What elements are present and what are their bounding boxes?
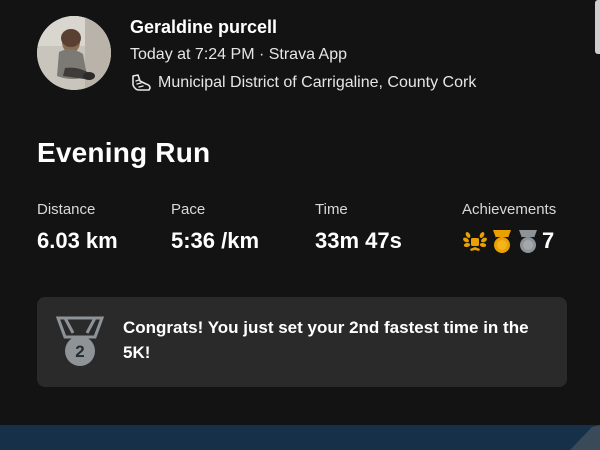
- stat-distance: Distance 6.03 km: [37, 200, 118, 254]
- athlete-name[interactable]: Geraldine purcell: [130, 16, 476, 38]
- shoe-icon: [130, 73, 152, 93]
- achievements-value: 7: [462, 228, 556, 254]
- time-label: Time: [315, 201, 348, 218]
- medal-number: 2: [75, 342, 84, 361]
- stat-pace: Pace 5:36 /km: [171, 200, 259, 254]
- activity-meta: Geraldine purcell Today at 7:24 PM · Str…: [130, 16, 476, 93]
- location-label: Municipal District of Carrigaline, Count…: [158, 74, 477, 91]
- scroll-edge-indicator: [595, 0, 600, 54]
- map-shape: [570, 425, 600, 450]
- distance-value: 6.03 km: [37, 228, 118, 253]
- congrats-card[interactable]: 2 Congrats! You just set your 2nd fastes…: [37, 297, 567, 387]
- stat-time: Time 33m 47s: [315, 200, 402, 254]
- distance-label: Distance: [37, 201, 96, 218]
- stat-achievements[interactable]: Achievements 7: [462, 200, 556, 254]
- pace-value: 5:36 /km: [171, 228, 260, 253]
- congrats-message: Congrats! You just set your 2nd fastest …: [123, 318, 529, 362]
- activity-title[interactable]: Evening Run: [37, 137, 210, 169]
- achievements-count: 7: [542, 228, 555, 253]
- gold-medal-icon: [490, 228, 514, 254]
- achievements-label: Achievements: [462, 201, 557, 218]
- map-preview-strip[interactable]: [0, 425, 600, 450]
- time-value: 33m 47s: [315, 228, 402, 253]
- activity-header: Geraldine purcell Today at 7:24 PM · Str…: [37, 14, 600, 104]
- pace-label: Pace: [171, 201, 206, 218]
- silver-medal-icon: 2: [55, 315, 105, 374]
- activity-location: Municipal District of Carrigaline, Count…: [130, 73, 476, 93]
- laurel-icon: [462, 229, 488, 253]
- avatar-photo: [37, 16, 111, 90]
- silver-medal-icon: [516, 228, 540, 254]
- avatar[interactable]: [37, 16, 111, 90]
- activity-time-source: Today at 7:24 PM · Strava App: [130, 46, 348, 63]
